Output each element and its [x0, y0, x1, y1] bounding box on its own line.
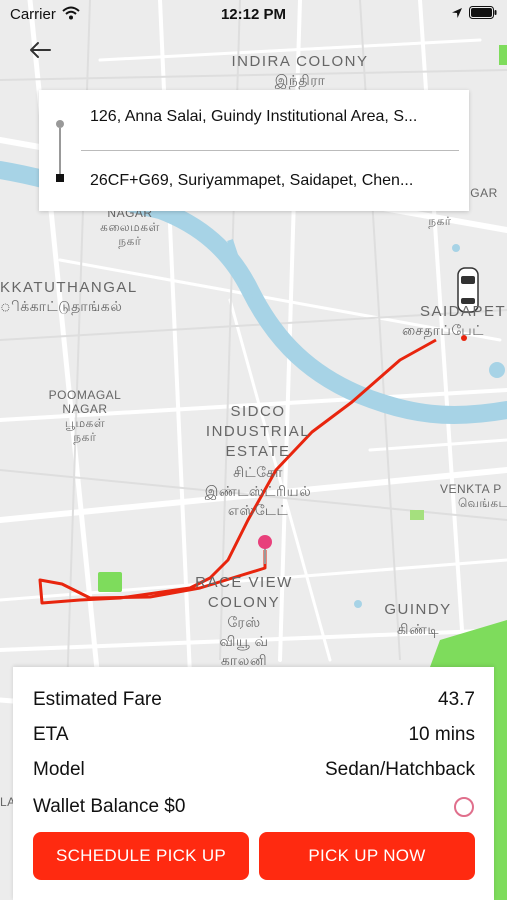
estimated-fare-label: Estimated Fare	[33, 689, 162, 710]
map-label-poomagal: POOMAGAL	[48, 388, 122, 402]
map-label-industrial: INDUSTRIAL	[205, 423, 311, 440]
map-label-sidco: SIDCO	[230, 403, 286, 420]
map-label-guindy: GUINDY	[384, 601, 452, 618]
address-divider	[81, 150, 459, 151]
estimated-fare-value: 43.7	[438, 689, 475, 710]
map-label-nagar-ta2: நகர்	[118, 234, 142, 248]
wallet-radio-button[interactable]	[454, 797, 474, 817]
map-label-venkta: VENKTA P	[440, 482, 502, 496]
status-time: 12:12 PM	[220, 6, 287, 23]
map-label-race-ta1: ரேஸ்	[227, 614, 261, 630]
map-label-colony: COLONY	[207, 594, 281, 611]
map-label-indira-colony: INDIRA COLONY	[231, 53, 369, 70]
wallet-row: Wallet Balance $0	[33, 796, 475, 818]
model-row: Model Sedan/Hatchback	[33, 759, 475, 781]
pickup-dot-icon	[56, 120, 64, 128]
estimated-fare-row: Estimated Fare 43.7	[33, 689, 475, 711]
battery-icon	[469, 6, 497, 19]
eta-row: ETA 10 mins	[33, 724, 475, 746]
map-label-sidco-ta1: சிட்கோ	[233, 464, 283, 480]
arrow-left-icon	[30, 42, 51, 58]
map-label-sidco-ta3: எஸ்டேட்	[227, 502, 289, 518]
map-label-gar: GAR	[470, 186, 498, 200]
drop-address-field[interactable]: 26CF+G69, Suriyammapet, Saidapet, Chen..…	[90, 172, 450, 190]
back-button[interactable]	[24, 34, 56, 66]
pickup-address-field[interactable]: 126, Anna Salai, Guindy Institutional Ar…	[90, 108, 450, 126]
map-label-guindy-ta: கிண்டி	[397, 621, 439, 637]
map-label-venkta-ta: வெங்கட	[458, 496, 507, 510]
map-label-indira-colony-ta: இந்திரா	[274, 72, 326, 88]
map-label-race-view: RACE VIEW	[195, 574, 293, 591]
eta-label: ETA	[33, 724, 69, 745]
schedule-pickup-button[interactable]: SCHEDULE PICK UP	[33, 832, 249, 880]
route-connector	[59, 128, 61, 174]
model-label: Model	[33, 759, 85, 780]
map-label-kkatuthangal: KKATUTHANGAL	[0, 279, 138, 296]
pickup-now-button[interactable]: PICK UP NOW	[259, 832, 475, 880]
map-label-nagar-ta: கலைமகள்	[100, 220, 160, 234]
map-label-nagar-right: நகர்	[428, 214, 452, 228]
drop-square-icon	[56, 174, 64, 182]
map-label-kkatuthangal-ta: ிக்காட்டுதாங்கல்	[0, 298, 123, 314]
model-value: Sedan/Hatchback	[325, 759, 475, 780]
status-bar: Carrier 12:12 PM	[0, 0, 507, 30]
map-label-sidco-ta2: இண்டஸ்ட்ரியல்	[204, 483, 312, 499]
map-label-poomagal-nagar: NAGAR	[62, 402, 108, 416]
map-label-saidapet-ta: சைதாப்பேட்	[402, 322, 484, 338]
map-label-poomagal-ta: பூமகள்	[64, 416, 106, 430]
map-label-poomagal-ta2: நகர்	[73, 430, 97, 444]
wallet-balance-label: Wallet Balance $0	[33, 796, 186, 817]
map-label-estate: ESTATE	[225, 443, 291, 460]
location-arrow-icon	[452, 7, 462, 18]
map-label-race-ta2: வியூ வ்	[219, 633, 269, 649]
eta-value: 10 mins	[408, 724, 475, 745]
map-label-saidapet: SAIDAPET	[420, 303, 507, 320]
